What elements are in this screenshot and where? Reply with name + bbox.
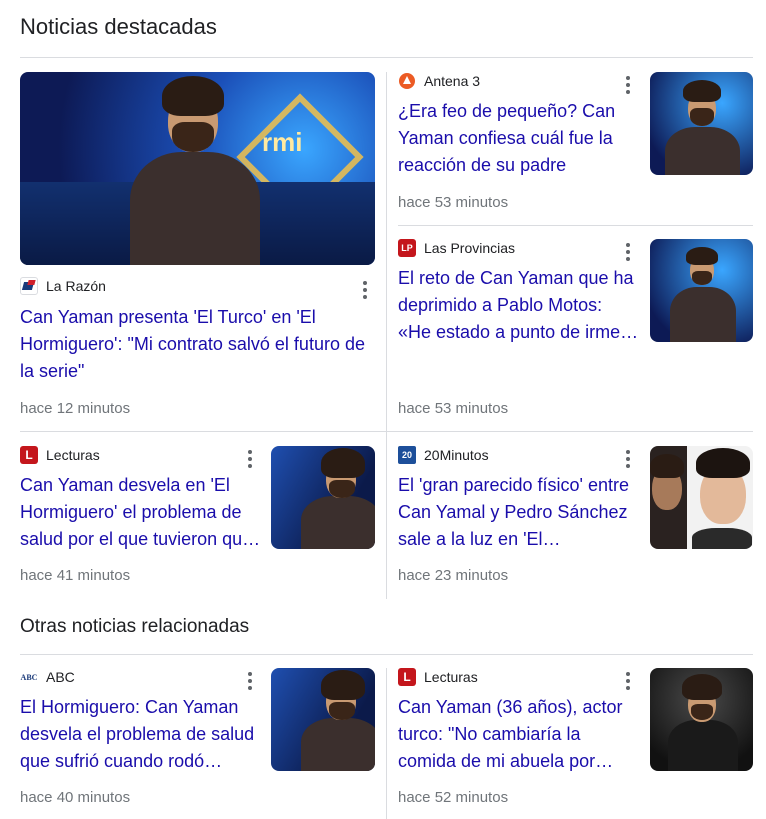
more-options-icon[interactable] <box>363 281 367 299</box>
article-thumbnail[interactable] <box>650 446 753 549</box>
source-name: La Razón <box>46 278 106 294</box>
section-title-related: Otras noticias relacionadas <box>20 616 250 637</box>
article-time: hace 23 minutos <box>398 567 509 584</box>
divider <box>20 57 753 58</box>
news-card-abc[interactable]: ABC ABC El Hormiguero: Can Yaman desvela… <box>20 668 375 808</box>
antena-3-logo-icon <box>398 72 416 90</box>
lecturas-logo-icon: L <box>398 668 416 686</box>
news-card-lecturas[interactable]: L Lecturas Can Yaman desvela en 'El Horm… <box>20 446 375 586</box>
article-time: hace 52 minutos <box>398 789 509 806</box>
divider <box>398 225 753 226</box>
more-options-icon[interactable] <box>626 243 630 261</box>
article-headline[interactable]: Can Yaman presenta 'El Turco' en 'El Hor… <box>20 304 375 385</box>
divider <box>20 654 753 655</box>
more-options-icon[interactable] <box>626 76 630 94</box>
article-thumbnail[interactable] <box>650 239 753 342</box>
news-card-20minutos[interactable]: 20 20Minutos El 'gran parecido físico' e… <box>398 446 753 586</box>
article-headline[interactable]: ¿Era feo de pequeño? Can Yaman confiesa … <box>398 98 640 179</box>
article-time: hace 40 minutos <box>20 789 131 806</box>
article-time: hace 41 minutos <box>20 567 131 584</box>
source-name: Lecturas <box>46 447 100 463</box>
section-title-top-stories: Noticias destacadas <box>20 14 217 39</box>
article-thumbnail[interactable] <box>650 72 753 175</box>
column-divider <box>386 668 387 819</box>
news-card-antena-3[interactable]: Antena 3 ¿Era feo de pequeño? Can Yaman … <box>398 72 753 212</box>
source-name: Las Provincias <box>424 240 516 256</box>
column-divider <box>386 72 387 599</box>
article-time: hace 12 minutos <box>20 400 131 417</box>
news-card-las-provincias[interactable]: LP Las Provincias El reto de Can Yaman q… <box>398 239 753 419</box>
article-headline[interactable]: El 'gran parecido físico' entre Can Yama… <box>398 472 640 553</box>
20minutos-logo-icon: 20 <box>398 446 416 464</box>
more-options-icon[interactable] <box>626 672 630 690</box>
article-thumbnail[interactable] <box>271 446 375 549</box>
article-headline[interactable]: El reto de Can Yaman que ha deprimido a … <box>398 265 640 346</box>
article-time: hace 53 minutos <box>398 400 509 417</box>
article-headline[interactable]: Can Yaman (36 años), actor turco: "No ca… <box>398 694 640 775</box>
more-options-icon[interactable] <box>626 450 630 468</box>
article-headline[interactable]: El Hormiguero: Can Yaman desvela el prob… <box>20 694 262 775</box>
las-provincias-logo-icon: LP <box>398 239 416 257</box>
source-name: Lecturas <box>424 669 478 685</box>
lecturas-logo-icon: L <box>20 446 38 464</box>
article-thumbnail[interactable] <box>271 668 375 771</box>
article-headline[interactable]: Can Yaman desvela en 'El Hormiguero' el … <box>20 472 262 553</box>
news-card-lecturas-2[interactable]: L Lecturas Can Yaman (36 años), actor tu… <box>398 668 753 808</box>
more-options-icon[interactable] <box>248 450 252 468</box>
source-name: ABC <box>46 669 75 685</box>
article-image[interactable]: rmi <box>20 72 375 265</box>
source-name: Antena 3 <box>424 73 481 89</box>
la-razon-logo-icon <box>20 277 38 295</box>
divider <box>20 431 753 432</box>
article-time: hace 53 minutos <box>398 194 509 211</box>
article-thumbnail[interactable] <box>650 668 753 771</box>
source-name: 20Minutos <box>424 447 489 463</box>
abc-logo-icon: ABC <box>20 668 38 686</box>
more-options-icon[interactable] <box>248 672 252 690</box>
news-card-la-razon[interactable]: rmi La Razón Can Yaman presenta 'El Turc… <box>20 72 375 422</box>
